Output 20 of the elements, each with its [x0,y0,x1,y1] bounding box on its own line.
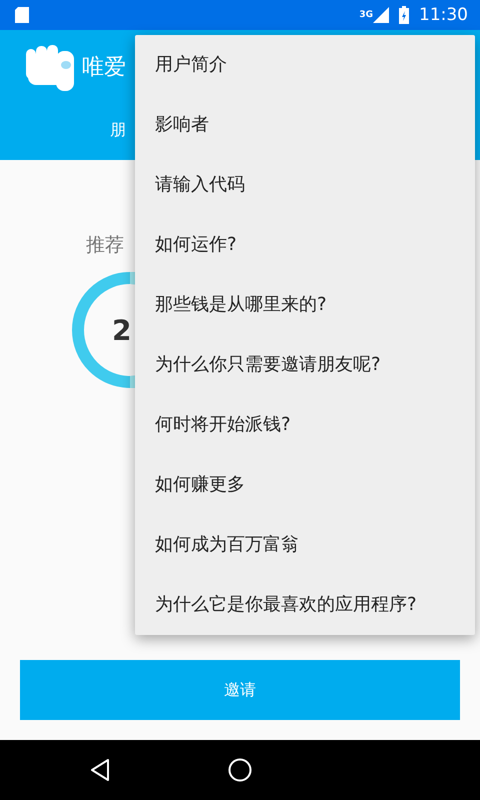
menu-item[interactable]: 那些钱是从哪里来的? [135,275,475,335]
menu-item[interactable]: 用户简介 [135,35,475,95]
menu-item[interactable]: 为什么它是你最喜欢的应用程序? [135,575,475,635]
sd-card-icon [15,7,29,23]
app-title: 唯爱 [82,54,126,82]
back-icon[interactable] [90,758,110,782]
menu-item[interactable]: 请输入代码 [135,155,475,215]
menu-item[interactable]: 如何运作? [135,215,475,275]
network-type: 3G [359,10,373,20]
home-icon[interactable] [228,758,252,782]
menu-item[interactable]: 何时将开始派钱? [135,395,475,455]
count-value: 2 [112,314,132,346]
section-heading: 推荐 [86,233,124,258]
signal-icon [373,7,389,23]
clock: 11:30 [419,5,468,25]
menu-item[interactable]: 影响者 [135,95,475,155]
menu-item[interactable]: 为什么你只需要邀请朋友呢? [135,335,475,395]
battery-icon [399,6,409,24]
menu-item[interactable]: 如何赚更多 [135,455,475,515]
menu-item[interactable]: 如何成为百万富翁 [135,515,475,575]
